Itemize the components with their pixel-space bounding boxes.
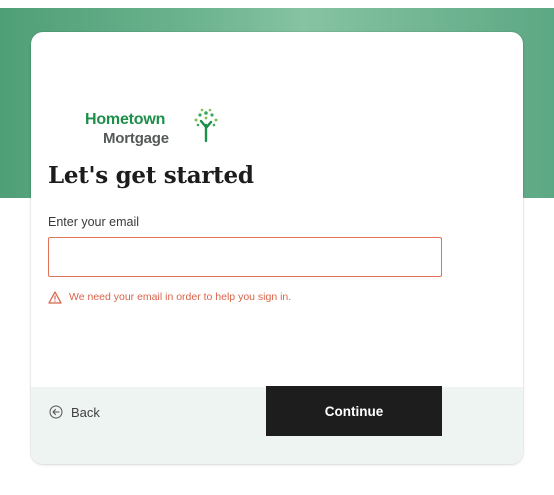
page-title: Let's get started [48,162,254,189]
hometown-mortgage-logo: Hometown Mortgage [85,105,225,155]
email-error-message: We need your email in order to help you … [48,289,291,305]
error-text: We need your email in order to help you … [69,291,292,303]
logo-text-hometown: Hometown [85,111,166,128]
back-button[interactable]: Back [49,402,100,422]
email-input[interactable] [48,237,442,277]
continue-button[interactable]: Continue [266,386,442,436]
tree-icon [194,108,218,143]
email-label: Enter your email [48,215,140,229]
logo-text-mortgage: Mortgage [103,130,169,147]
page: Hometown Mortgage Let's get started Ente… [0,0,554,495]
back-label: Back [71,404,100,420]
warning-triangle-icon [48,290,62,304]
arrow-left-circle-icon [49,405,63,419]
